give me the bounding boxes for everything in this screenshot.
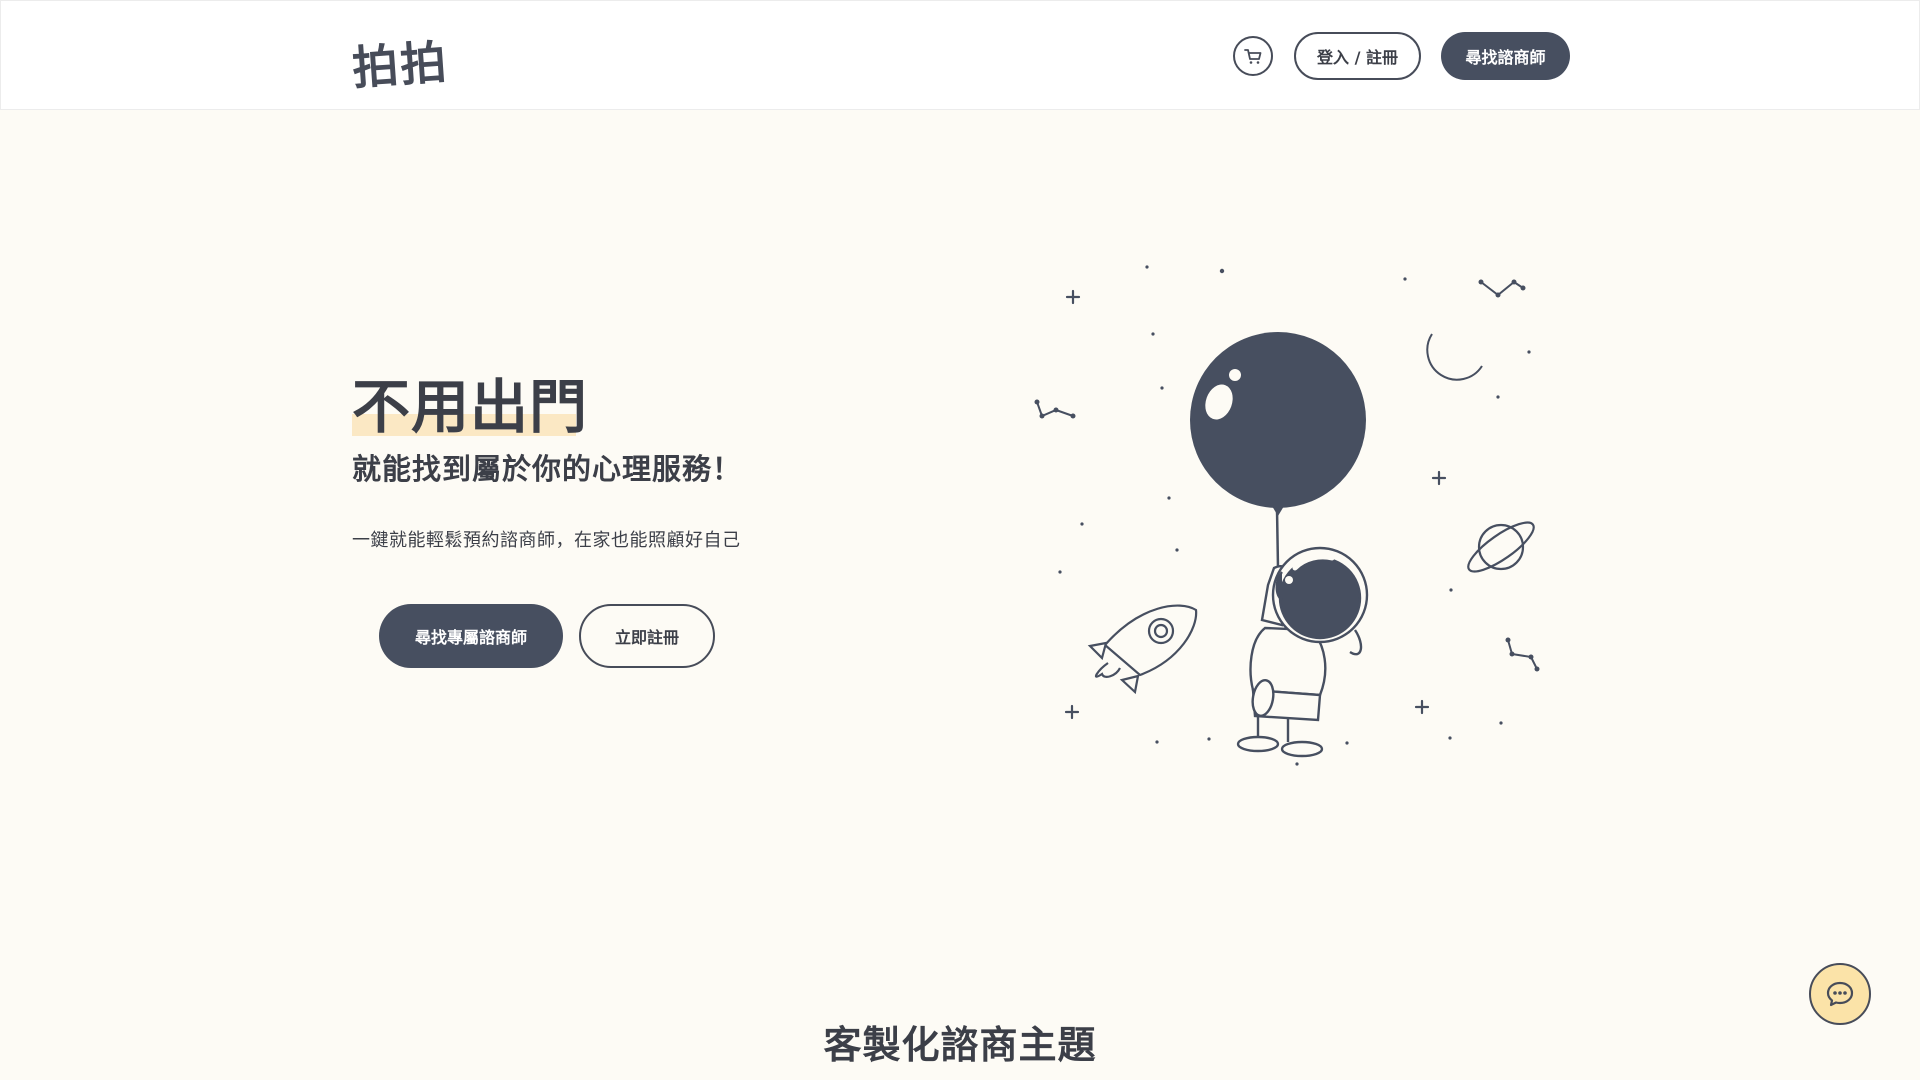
hero-description: 一鍵就能輕鬆預約諮商師，在家也能照顧好自己 <box>352 530 741 551</box>
planet <box>1467 521 1535 573</box>
cart-icon <box>1244 49 1262 64</box>
site-header: 拍拍 登入 / 註冊 尋找諮商師 <box>0 0 1920 110</box>
section-title: 客製化諮商主題 <box>823 1023 1097 1067</box>
hero-subtitle: 就能找到屬於你的心理服務！ <box>352 452 743 486</box>
chat-bubble-icon <box>1826 981 1854 1007</box>
find-counselor-button[interactable]: 尋找諮商師 <box>1441 32 1570 80</box>
balloon <box>1190 332 1366 508</box>
hero-title: 不用出門 <box>352 373 589 441</box>
register-now-button[interactable]: 立即註冊 <box>579 604 715 668</box>
astronaut-balloon-illustration <box>1034 265 1540 766</box>
find-my-counselor-button[interactable]: 尋找專屬諮商師 <box>379 604 563 668</box>
chat-button[interactable] <box>1809 963 1871 1025</box>
rocket <box>1087 604 1198 695</box>
cart-button[interactable] <box>1233 36 1273 76</box>
moon <box>1426 333 1483 381</box>
site-logo[interactable]: 拍拍 <box>350 26 450 99</box>
astronaut <box>1236 546 1369 758</box>
login-register-button[interactable]: 登入 / 註冊 <box>1294 32 1421 80</box>
hero-title-block: 不用出門 <box>352 372 588 442</box>
